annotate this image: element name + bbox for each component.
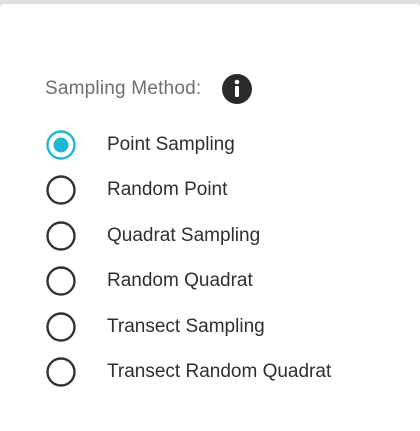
radio-option-random-point[interactable]: Random Point	[45, 168, 405, 214]
radio-button[interactable]	[45, 129, 77, 161]
radio-unchecked-icon	[46, 357, 76, 387]
radio-option-label: Transect Random Quadrat	[107, 361, 332, 383]
info-icon-graphic	[222, 74, 253, 104]
sampling-method-header: Sampling Method:	[45, 74, 253, 104]
radio-unchecked-icon	[46, 221, 76, 251]
radio-option-label: Point Sampling	[107, 133, 235, 155]
radio-unchecked-icon	[46, 175, 76, 205]
radio-unchecked-icon	[46, 312, 76, 342]
radio-option-label: Quadrat Sampling	[107, 224, 261, 246]
radio-option-transect-random-quadrat[interactable]: Transect Random Quadrat	[45, 350, 405, 396]
radio-button[interactable]	[45, 356, 77, 388]
radio-option-transect-sampling[interactable]: Transect Sampling	[45, 304, 405, 350]
radio-unchecked-icon	[46, 266, 76, 296]
sampling-method-radio-group: Point Sampling Random Point Quadrat Samp…	[45, 122, 405, 395]
radio-option-label: Transect Sampling	[107, 315, 265, 337]
radio-checked-icon	[46, 130, 76, 160]
radio-button[interactable]	[45, 265, 77, 297]
radio-option-point-sampling[interactable]: Point Sampling	[45, 122, 405, 168]
sampling-method-label: Sampling Method:	[45, 78, 202, 99]
radio-option-quadrat-sampling[interactable]: Quadrat Sampling	[45, 213, 405, 259]
info-icon[interactable]	[221, 73, 253, 105]
radio-button[interactable]	[45, 311, 77, 343]
radio-button[interactable]	[45, 220, 77, 252]
radio-option-label: Random Point	[107, 179, 228, 201]
radio-option-random-quadrat[interactable]: Random Quadrat	[45, 259, 405, 305]
radio-button[interactable]	[45, 174, 77, 206]
radio-option-label: Random Quadrat	[107, 270, 253, 292]
sampling-method-card: Sampling Method: Point Sampling Random P…	[0, 4, 420, 431]
